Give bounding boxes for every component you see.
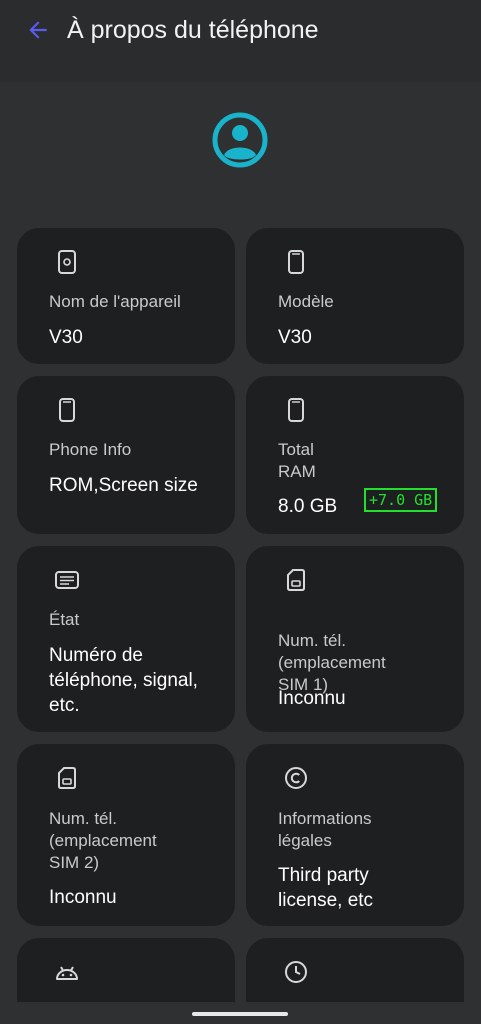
- avatar-icon: [212, 112, 268, 168]
- card-label: État: [49, 610, 80, 629]
- clock-icon: [285, 961, 307, 983]
- copyright-icon: [285, 767, 307, 789]
- phone-icon: [288, 398, 304, 422]
- phone-icon: [288, 250, 304, 274]
- card-value: Inconnu: [278, 688, 346, 709]
- card-value: Third party license, etc: [278, 865, 374, 911]
- page-title: À propos du téléphone: [67, 16, 319, 44]
- back-arrow-icon: [29, 21, 47, 39]
- back-button[interactable]: [22, 14, 54, 46]
- card-label: Nom de l'appareil: [49, 292, 181, 311]
- card-value: 8.0 GB: [278, 496, 338, 517]
- card-legal-info[interactable]: Informations légales Third party license…: [246, 744, 464, 926]
- card-label: Total RAM: [278, 440, 316, 481]
- card-sim1-number[interactable]: Num. tél. (emplacement SIM 1) Inconnu: [246, 546, 464, 732]
- card-total-ram[interactable]: Total RAM 8.0 GB +7.0 GB: [246, 376, 464, 534]
- card-label: Informations légales: [278, 809, 372, 850]
- ram-extension-badge: +7.0 GB: [364, 488, 438, 512]
- card-sim2-number[interactable]: Num. tél. (emplacement SIM 2) Inconnu: [17, 744, 235, 926]
- card-value: V30: [278, 327, 312, 348]
- gesture-handle[interactable]: [192, 1012, 288, 1016]
- android-icon: [56, 966, 78, 980]
- card-value: ROM,Screen size: [49, 475, 198, 496]
- app-bar: À propos du téléphone: [0, 0, 481, 82]
- card-value: Inconnu: [49, 887, 117, 908]
- card-device-name[interactable]: Nom de l'appareil V30: [17, 228, 235, 364]
- device-name-icon: [58, 250, 76, 274]
- card-model[interactable]: Modèle V30: [246, 228, 464, 364]
- card-label: Phone Info: [49, 440, 132, 459]
- card-phone-info[interactable]: Phone Info ROM,Screen size: [17, 376, 235, 534]
- status-icon: [55, 571, 79, 589]
- card-label: Num. tél. (emplacement SIM 2): [49, 809, 157, 872]
- card-value: V30: [49, 327, 83, 348]
- card-status[interactable]: État Numéro de téléphone, signal, etc.: [17, 546, 235, 732]
- card-value: Numéro de téléphone, signal, etc.: [49, 645, 198, 716]
- sim-card-icon: [58, 767, 76, 789]
- phone-icon: [59, 398, 75, 422]
- card-label: Modèle: [278, 292, 334, 311]
- sim-card-icon: [287, 569, 305, 591]
